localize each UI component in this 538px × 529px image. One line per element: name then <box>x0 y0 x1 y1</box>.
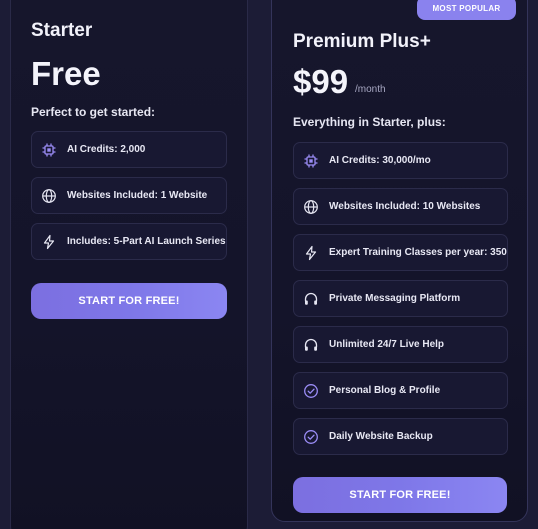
starter-start-button[interactable]: START FOR FREE! <box>31 283 227 319</box>
starter-feature-websites: Websites Included: 1 Website <box>31 177 227 214</box>
feature-label: Daily Website Backup <box>329 431 433 442</box>
globe-icon <box>302 198 320 216</box>
premium-feature-backup: Daily Website Backup <box>293 418 508 455</box>
chip-icon <box>40 141 58 159</box>
feature-label: Private Messaging Platform <box>329 293 461 304</box>
starter-plan-price: Free <box>31 55 101 92</box>
starter-feature-ai-credits: AI Credits: 2,000 <box>31 131 227 168</box>
price-period: /month <box>355 84 386 95</box>
premium-feature-blog: Personal Blog & Profile <box>293 372 508 409</box>
starter-plan-title: Starter <box>31 20 93 41</box>
check-circle-icon <box>302 428 320 446</box>
feature-label: Websites Included: 1 Website <box>67 190 208 201</box>
chip-icon <box>302 152 320 170</box>
premium-feature-live-help: Unlimited 24/7 Live Help <box>293 326 508 363</box>
headphones-icon <box>302 290 320 308</box>
premium-plan-price: $99 <box>293 63 349 100</box>
lightning-icon <box>40 233 58 251</box>
feature-label: AI Credits: 2,000 <box>67 144 146 155</box>
headphones-icon <box>302 336 320 354</box>
premium-plan-subtitle: Everything in Starter, plus: <box>293 115 446 129</box>
check-circle-icon <box>302 382 320 400</box>
premium-feature-messaging: Private Messaging Platform <box>293 280 508 317</box>
feature-label: Personal Blog & Profile <box>329 385 441 396</box>
premium-feature-ai-credits: AI Credits: 30,000/mo <box>293 142 508 179</box>
lightning-icon <box>302 244 320 262</box>
premium-feature-websites: Websites Included: 10 Websites <box>293 188 508 225</box>
most-popular-badge: MOST POPULAR <box>417 0 516 20</box>
premium-plan-title: Premium Plus+ <box>293 31 431 52</box>
globe-icon <box>40 187 58 205</box>
feature-label: AI Credits: 30,000/mo <box>329 155 431 166</box>
feature-label: Includes: 5-Part AI Launch Series <box>67 236 226 247</box>
premium-feature-training: Expert Training Classes per year: 350 <box>293 234 508 271</box>
starter-plan-subtitle: Perfect to get started: <box>31 105 156 119</box>
feature-label: Unlimited 24/7 Live Help <box>329 339 445 350</box>
feature-label: Websites Included: 10 Websites <box>329 201 481 212</box>
feature-label: Expert Training Classes per year: 350 <box>329 247 507 258</box>
premium-start-button[interactable]: START FOR FREE! <box>293 477 507 513</box>
starter-feature-launch-series: Includes: 5-Part AI Launch Series <box>31 223 227 260</box>
pricing-section: Starter Free Perfect to get started: AI … <box>0 0 538 529</box>
